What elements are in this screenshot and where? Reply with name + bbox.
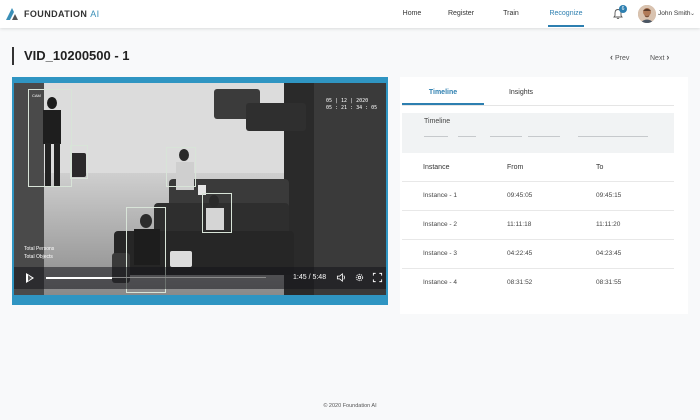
top-navbar: FOUNDATION AI Home Register Train Recogn…	[0, 0, 700, 28]
column-header-to: To	[596, 164, 604, 171]
chevron-left-icon: ‹	[610, 52, 613, 62]
timeline-segment[interactable]	[578, 136, 648, 137]
row-divider	[402, 268, 674, 269]
brand-logo-icon	[6, 8, 18, 20]
total-persons-label: Total Persons	[24, 246, 55, 252]
nav-home[interactable]: Home	[396, 0, 428, 28]
row-divider	[402, 181, 674, 182]
next-button[interactable]: Next ›	[650, 52, 669, 62]
instance-cell: Instance - 4	[423, 279, 457, 286]
chevron-right-icon: ›	[666, 52, 670, 62]
tab-timeline[interactable]: Timeline	[402, 82, 484, 104]
brand-name: FOUNDATION AI	[24, 9, 100, 19]
tab-divider	[402, 105, 674, 106]
detection-box	[70, 145, 88, 179]
next-label: Next	[650, 55, 665, 62]
timeline-segment[interactable]	[528, 136, 560, 137]
timeline-segment[interactable]	[490, 136, 522, 137]
avatar[interactable]	[638, 5, 656, 23]
row-divider	[402, 239, 674, 240]
settings-gear-icon[interactable]	[354, 272, 365, 283]
nav-register[interactable]: Register	[444, 0, 478, 28]
from-cell: 09:45:05	[507, 192, 533, 199]
video-player[interactable]: 05 | 12 | 2020 05 : 21 : 34 : 05 CAM Tot…	[12, 77, 388, 305]
video-frame: 05 | 12 | 2020 05 : 21 : 34 : 05 CAM Tot…	[14, 83, 386, 295]
column-header-instance: Instance	[423, 164, 450, 171]
column-header-from: From	[507, 164, 524, 171]
timeline-label: Timeline	[424, 118, 451, 125]
playback-time: 1:45 / 5:48	[293, 274, 327, 281]
to-cell: 08:31:55	[596, 279, 622, 286]
footer-copyright: © 2020 Foundation AI	[323, 403, 377, 409]
from-cell: 04:22:45	[507, 250, 533, 257]
progress-track[interactable]	[46, 276, 266, 279]
prev-label: Prev	[614, 55, 630, 62]
nav-active-indicator	[548, 25, 584, 27]
fullscreen-icon[interactable]	[372, 272, 383, 283]
volume-icon[interactable]	[336, 272, 347, 283]
total-objects-label: Total Objects	[24, 254, 53, 260]
tab-insights[interactable]: Insights	[484, 82, 558, 104]
chevron-down-icon[interactable]: ⌄	[690, 10, 695, 17]
from-cell: 11:11:18	[507, 221, 532, 228]
detection-box	[28, 89, 72, 187]
avatar-image	[638, 5, 656, 23]
instance-cell: Instance - 3	[423, 250, 457, 257]
nav-recognize[interactable]: Recognize	[546, 0, 586, 28]
instance-cell: Instance - 1	[423, 192, 457, 199]
to-cell: 04:23:45	[596, 250, 622, 257]
timeline-segment[interactable]	[458, 136, 476, 137]
row-divider	[402, 210, 674, 211]
brand-logo[interactable]: FOUNDATION AI	[4, 6, 100, 22]
video-controls: 1:45 / 5:48	[14, 267, 386, 289]
detection-box	[166, 147, 196, 187]
video-clock: 05 : 21 : 34 : 05	[326, 105, 378, 111]
instance-cell: Instance - 2	[423, 221, 457, 228]
title-accent-bar	[12, 47, 14, 65]
user-name[interactable]: John Smith	[658, 10, 691, 17]
instance-panel: Timeline Insights Timeline Instance From…	[400, 77, 688, 314]
video-date: 05 | 12 | 2020	[326, 98, 369, 104]
progress-fill	[46, 276, 112, 279]
to-cell: 11:11:20	[596, 221, 621, 228]
notification-badge: 6	[619, 5, 627, 13]
detection-box	[202, 193, 232, 233]
page-title: VID_10200500 - 1	[24, 48, 130, 63]
to-cell: 09:45:15	[596, 192, 622, 199]
nav-train[interactable]: Train	[497, 0, 525, 28]
from-cell: 08:31:52	[507, 279, 533, 286]
prev-button[interactable]: ‹ Prev	[610, 52, 629, 62]
timeline-segment[interactable]	[424, 136, 448, 137]
